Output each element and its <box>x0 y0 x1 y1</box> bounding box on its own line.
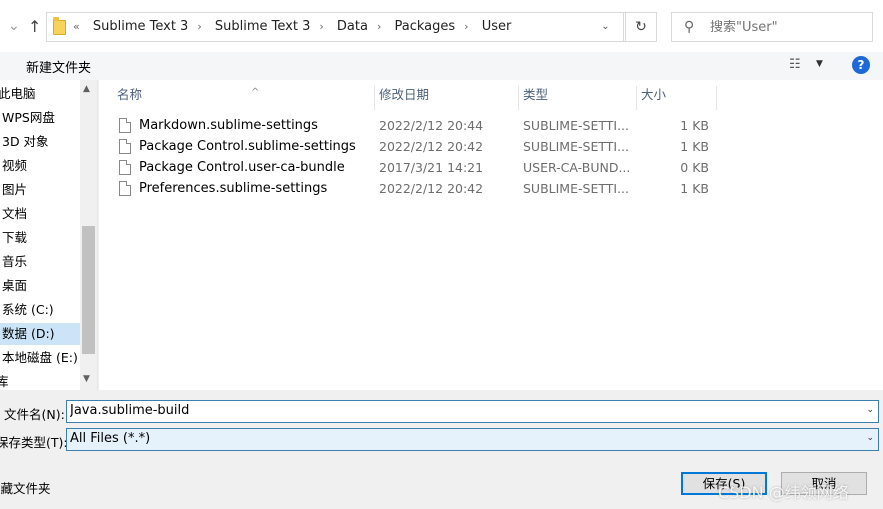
column-header-size[interactable]: 大小 <box>637 86 717 110</box>
search-input[interactable] <box>710 20 860 35</box>
breadcrumb-item[interactable]: Packages <box>395 19 456 34</box>
nav-item-documents[interactable]: 文档 <box>0 203 80 225</box>
file-date: 2017/3/21 14:21 <box>379 160 484 175</box>
nav-item-downloads[interactable]: 下载 <box>0 227 80 249</box>
file-row[interactable]: Preferences.sublime-settings 2022/2/12 2… <box>115 178 715 199</box>
address-row: ⌄ ↑ « Sublime Text 3 › Sublime Text 3 › Da… <box>0 0 883 52</box>
toolbar: 新建文件夹 ☷ ▼ <box>0 52 883 80</box>
nav-item-desktop[interactable]: 桌面 <box>0 275 80 297</box>
watermark: CSDN @纬领网络 <box>718 483 849 502</box>
file-row[interactable]: Package Control.sublime-settings 2022/2/… <box>115 136 715 157</box>
scroll-up-icon[interactable]: ▲ <box>83 84 90 94</box>
file-date: 2022/2/12 20:44 <box>379 118 484 133</box>
folder-icon <box>53 17 66 35</box>
file-size: 1 KB <box>680 118 709 133</box>
file-type: SUBLIME-SETTI... <box>523 181 629 196</box>
scrollbar-thumb[interactable] <box>82 226 95 354</box>
new-folder-button[interactable]: 新建文件夹 <box>26 57 91 76</box>
breadcrumb: « Sublime Text 3 › Sublime Text 3 › Data › … <box>73 19 520 37</box>
chevron-down-icon[interactable]: ⌄ <box>866 405 874 415</box>
nav-item-music[interactable]: 音乐 <box>0 251 80 273</box>
column-header-name-label: 名称 <box>117 87 143 102</box>
file-type: SUBLIME-SETTI... <box>523 139 629 154</box>
chevron-down-icon[interactable]: ⌄ <box>866 433 874 443</box>
nav-item-drive-d[interactable]: 数据 (D:) <box>0 323 80 345</box>
save-options-panel: 文件名(N): ⌄ 保存类型(T): All Files (*.*) ⌄ 隐藏文… <box>0 390 883 509</box>
filename-input[interactable] <box>70 403 850 418</box>
search-box[interactable]: ⚲ <box>671 12 873 42</box>
file-size: 1 KB <box>680 139 709 154</box>
file-icon <box>119 139 131 154</box>
address-bar[interactable]: « Sublime Text 3 › Sublime Text 3 › Data › … <box>46 12 626 42</box>
view-options-icon[interactable]: ☷ <box>789 57 801 72</box>
breadcrumb-item[interactable]: Sublime Text 3 <box>93 19 188 34</box>
nav-item-3d-objects[interactable]: 3D 对象 <box>0 131 80 153</box>
nav-item-this-pc[interactable]: 此电脑 <box>0 83 78 105</box>
scroll-down-icon[interactable]: ▼ <box>83 374 90 384</box>
view-dropdown-icon[interactable]: ▼ <box>816 59 823 69</box>
filetype-value: All Files (*.*) <box>70 431 151 446</box>
breadcrumb-item[interactable]: Data <box>337 19 368 34</box>
nav-item-drive-e[interactable]: 本地磁盘 (E:) <box>0 347 80 369</box>
refresh-icon: ↻ <box>635 19 647 35</box>
file-date: 2022/2/12 20:42 <box>379 139 484 154</box>
sort-ascending-icon: ^ <box>251 87 260 98</box>
file-list: ^ 名称 修改日期 类型 大小 Markdown.sublime-setting… <box>99 80 883 390</box>
file-size: 0 KB <box>680 160 709 175</box>
chevron-right-icon[interactable]: › <box>319 20 323 33</box>
column-header-type[interactable]: 类型 <box>519 86 637 110</box>
up-arrow-icon[interactable]: ↑ <box>28 17 41 36</box>
nav-item-drive-c[interactable]: 系统 (C:) <box>0 299 80 321</box>
file-type: USER-CA-BUND... <box>523 160 631 175</box>
file-type: SUBLIME-SETTI... <box>523 118 629 133</box>
nav-item-pictures[interactable]: 图片 <box>0 179 80 201</box>
filetype-select[interactable]: All Files (*.*) ⌄ <box>66 428 879 451</box>
breadcrumb-overflow[interactable]: « <box>73 20 80 33</box>
search-icon: ⚲ <box>684 19 695 35</box>
nav-item-videos[interactable]: 视频 <box>0 155 80 177</box>
nav-scrollbar[interactable]: ▲ ▼ <box>80 80 97 390</box>
breadcrumb-item[interactable]: Sublime Text 3 <box>215 19 310 34</box>
filename-field[interactable]: ⌄ <box>66 400 879 423</box>
chevron-down-icon: ⌄ <box>601 21 610 32</box>
chevron-right-icon[interactable]: › <box>377 20 381 33</box>
file-name: Markdown.sublime-settings <box>139 118 318 133</box>
dropdown-history-icon[interactable]: ⌄ <box>8 18 20 34</box>
file-name: Preferences.sublime-settings <box>139 181 328 196</box>
file-row[interactable]: Markdown.sublime-settings 2022/2/12 20:4… <box>115 115 715 136</box>
help-icon[interactable]: ? <box>852 56 870 74</box>
file-icon <box>119 181 131 196</box>
address-dropdown-button[interactable]: ⌄ <box>588 12 624 42</box>
file-icon <box>119 160 131 175</box>
chevron-right-icon[interactable]: › <box>197 20 201 33</box>
nav-item-wps-drive[interactable]: WPS网盘 <box>0 107 80 129</box>
filetype-label: 保存类型(T): <box>0 435 68 450</box>
file-name: Package Control.sublime-settings <box>139 139 356 154</box>
file-icon <box>119 118 131 133</box>
file-date: 2022/2/12 20:42 <box>379 181 484 196</box>
column-header-date[interactable]: 修改日期 <box>375 86 519 110</box>
file-row[interactable]: Package Control.user-ca-bundle 2017/3/21… <box>115 157 715 178</box>
column-header-name[interactable]: ^ 名称 <box>113 86 375 110</box>
file-name: Package Control.user-ca-bundle <box>139 160 345 175</box>
chevron-right-icon[interactable]: › <box>464 20 468 33</box>
column-header-size-label: 大小 <box>641 87 667 102</box>
hide-folders-toggle[interactable]: 隐藏文件夹 <box>0 478 51 497</box>
breadcrumb-item[interactable]: User <box>482 19 512 34</box>
file-size: 1 KB <box>680 181 709 196</box>
column-header-date-label: 修改日期 <box>379 87 430 102</box>
filename-label: 文件名(N): <box>4 407 65 422</box>
navigation-pane: 此电脑 WPS网盘 3D 对象 视频 图片 文档 下载 音乐 桌面 系统 (C:… <box>0 80 98 390</box>
refresh-button[interactable]: ↻ <box>625 12 657 42</box>
column-header-type-label: 类型 <box>523 87 549 102</box>
